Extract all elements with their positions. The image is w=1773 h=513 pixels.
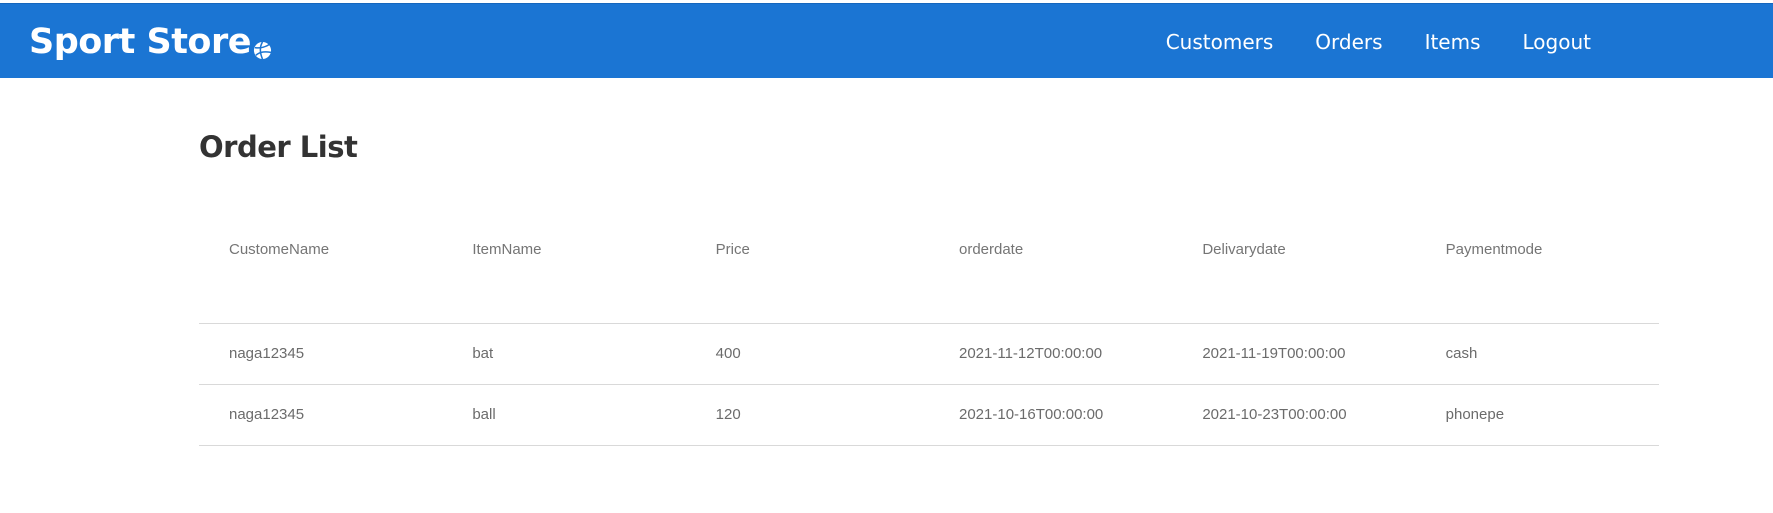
orders-table: CustomeName ItemName Price orderdate Del… (199, 238, 1659, 446)
column-header-price: Price (715, 241, 750, 258)
volleyball-icon (253, 29, 272, 59)
nav-orders[interactable]: Orders (1315, 30, 1382, 54)
cell-item-name: ball (472, 406, 496, 423)
cell-price: 120 (715, 406, 741, 423)
table-header-row: CustomeName ItemName Price orderdate Del… (199, 238, 1659, 323)
cell-customer-name: naga12345 (229, 345, 305, 362)
cell-item-name: bat (472, 345, 494, 362)
cell-order-date: 2021-11-12T00:00:00 (958, 345, 1103, 362)
cell-price: 400 (715, 345, 741, 362)
cell-customer-name: naga12345 (229, 406, 305, 423)
nav-customers[interactable]: Customers (1166, 30, 1274, 54)
table-row: naga12345 ball 120 2021-10-16T00:00:00 2… (199, 384, 1659, 445)
cell-delivery-date: 2021-10-23T00:00:00 (1202, 406, 1347, 423)
column-header-item-name: ItemName (472, 241, 542, 258)
cell-payment-mode: cash (1445, 345, 1478, 362)
nav-logout[interactable]: Logout (1523, 30, 1591, 54)
brand-name: Sport Store (29, 22, 251, 62)
nav-items[interactable]: Items (1425, 30, 1481, 54)
cell-order-date: 2021-10-16T00:00:00 (958, 406, 1104, 423)
page-title: Order List (199, 130, 358, 164)
column-header-customer-name: CustomeName (229, 241, 330, 258)
column-header-order-date: orderdate (958, 241, 1024, 258)
column-header-delivery-date: Delivarydate (1202, 241, 1286, 258)
brand-link[interactable]: Sport Store (29, 21, 272, 63)
navbar: Sport Store Customers Orders Items Logou… (0, 3, 1773, 78)
cell-payment-mode: phonepe (1445, 406, 1505, 423)
cell-delivery-date: 2021-11-19T00:00:00 (1202, 345, 1346, 362)
table-row: naga12345 bat 400 2021-11-12T00:00:00 20… (199, 323, 1659, 384)
main-nav: Customers Orders Items Logout (1166, 4, 1591, 79)
column-header-payment-mode: Paymentmode (1445, 241, 1543, 258)
